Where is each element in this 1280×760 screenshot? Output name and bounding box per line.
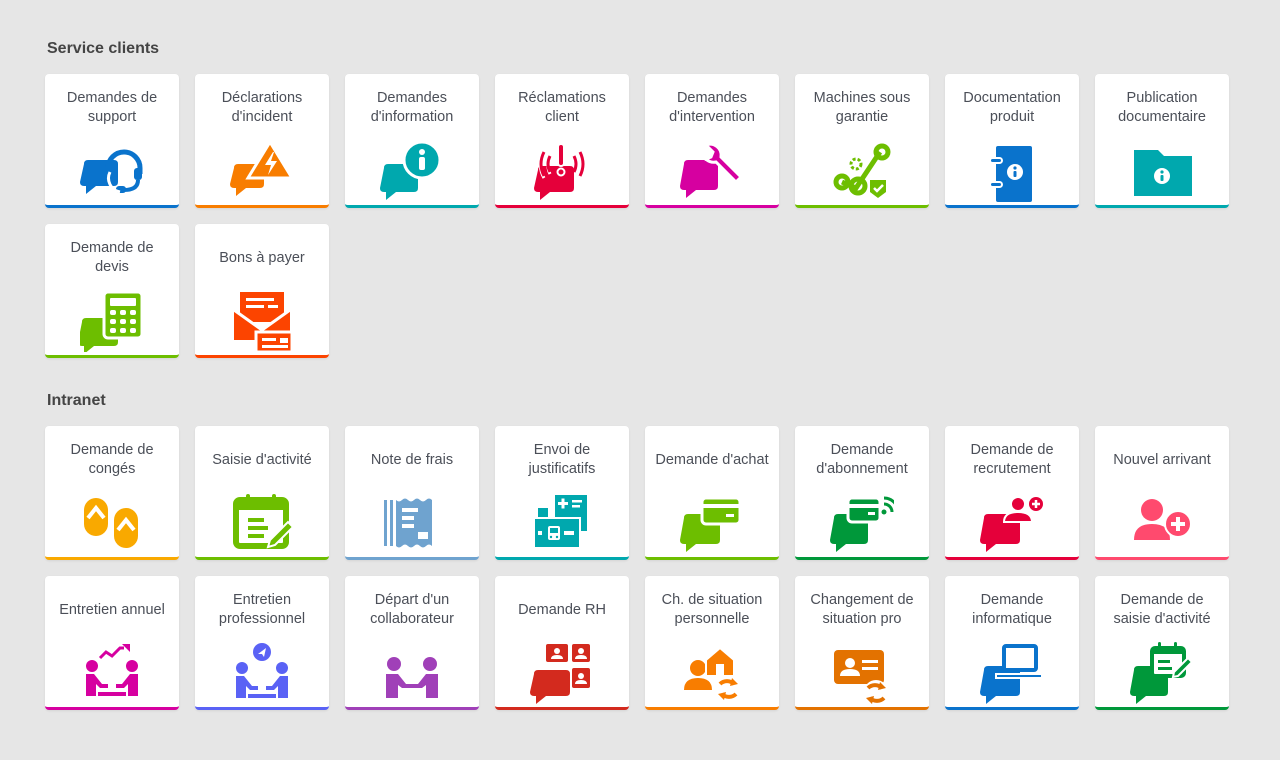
tile-label: Demande de devis <box>70 240 154 275</box>
tile-info-chat[interactable]: Demandes d'information <box>345 74 479 208</box>
tile-label: Envoi de justificatifs <box>528 442 596 477</box>
flip-flops-icon <box>80 490 144 554</box>
calculator-chat-icon <box>80 288 144 352</box>
tile-flip-flops[interactable]: Demande de congés <box>45 426 179 560</box>
tile-receipt[interactable]: Note de frais <box>345 426 479 560</box>
tile-incident-chat[interactable]: Déclarations d'incident <box>195 74 329 208</box>
tile-envelope-payment[interactable]: Bons à payer <box>195 224 329 358</box>
tile-hr-puzzle[interactable]: Demande RH <box>495 576 629 710</box>
subscription-chat-icon <box>830 490 894 554</box>
tile-label: Réclamations client <box>518 90 606 125</box>
tile-label: Entretien annuel <box>59 601 165 618</box>
info-folder-icon <box>1130 138 1194 202</box>
pro-change-icon <box>830 640 894 704</box>
tile-personal-change[interactable]: Ch. de situation personnelle <box>645 576 779 710</box>
tile-headset-chat[interactable]: Demandes de support <box>45 74 179 208</box>
tile-info-notebook[interactable]: Documentation produit <box>945 74 1079 208</box>
tile-label: Machines sous garantie <box>813 90 911 125</box>
tile-laptop-chat[interactable]: Demande informatique <box>945 576 1079 710</box>
tile-label: Note de frais <box>370 451 454 468</box>
laptop-chat-icon <box>980 640 1044 704</box>
tile-label: Demandes de support <box>66 90 158 125</box>
tile-wrench-chat[interactable]: Demandes d'intervention <box>645 74 779 208</box>
tile-label: Demande de saisie d'activité <box>1113 592 1211 627</box>
recruit-chat-icon <box>980 490 1044 554</box>
section-service-clients: Service clients Demandes de support Décl… <box>45 38 1235 358</box>
pro-meeting-icon <box>230 640 294 704</box>
tile-calculator-chat[interactable]: Demande de devis <box>45 224 179 358</box>
hr-puzzle-icon <box>530 640 594 704</box>
headset-chat-icon <box>80 138 144 202</box>
tile-label: Demande de recrutement <box>970 442 1054 477</box>
calendar-chat-icon <box>1130 640 1194 704</box>
tile-label: Demande RH <box>518 601 606 618</box>
tile-handshake[interactable]: Départ d'un collaborateur <box>345 576 479 710</box>
tile-label: Demande d'achat <box>655 451 769 468</box>
user-add-icon <box>1130 490 1194 554</box>
incident-chat-icon <box>230 138 294 202</box>
tile-label: Nouvel arrivant <box>1113 451 1211 468</box>
tile-label: Saisie d'activité <box>212 451 312 468</box>
tile-grid: Demandes de support Déclarations d'incid… <box>45 74 1235 358</box>
tile-annual-meeting[interactable]: Entretien annuel <box>45 576 179 710</box>
tile-label: Ch. de situation personnelle <box>661 592 763 627</box>
tile-pro-change[interactable]: Changement de situation pro <box>795 576 929 710</box>
card-chat-icon <box>680 490 744 554</box>
tile-label: Demande de congés <box>70 442 154 477</box>
info-notebook-icon <box>980 138 1044 202</box>
tile-user-add[interactable]: Nouvel arrivant <box>1095 426 1229 560</box>
tile-warranty-machine[interactable]: Machines sous garantie <box>795 74 929 208</box>
tile-calendar-edit[interactable]: Saisie d'activité <box>195 426 329 560</box>
tile-label: Demande informatique <box>972 592 1052 627</box>
tile-label: Bons à payer <box>219 249 305 266</box>
warranty-machine-icon <box>830 138 894 202</box>
envelope-payment-icon <box>230 288 294 352</box>
section-intranet: Intranet Demande de congés Saisie d'acti… <box>45 390 1235 710</box>
section-title: Service clients <box>47 40 160 57</box>
personal-change-icon <box>680 640 744 704</box>
info-chat-icon <box>380 138 444 202</box>
justificatifs-icon <box>530 490 594 554</box>
tile-alert-chat[interactable]: Réclamations client <box>495 74 629 208</box>
tile-info-folder[interactable]: Publication documentaire <box>1095 74 1229 208</box>
tile-label: Départ d'un collaborateur <box>370 592 454 627</box>
receipt-icon <box>380 490 444 554</box>
tile-justificatifs[interactable]: Envoi de justificatifs <box>495 426 629 560</box>
tile-grid: Demande de congés Saisie d'activité Note… <box>45 426 1235 710</box>
tile-label: Demandes d'intervention <box>669 90 755 125</box>
tile-calendar-chat[interactable]: Demande de saisie d'activité <box>1095 576 1229 710</box>
tile-label: Documentation produit <box>963 90 1061 125</box>
calendar-edit-icon <box>230 490 294 554</box>
tile-label: Demandes d'information <box>370 90 454 125</box>
tile-label: Demande d'abonnement <box>816 442 908 477</box>
tile-recruit-chat[interactable]: Demande de recrutement <box>945 426 1079 560</box>
handshake-icon <box>380 640 444 704</box>
tile-label: Changement de situation pro <box>810 592 914 627</box>
tile-label: Publication documentaire <box>1118 90 1206 125</box>
annual-meeting-icon <box>80 640 144 704</box>
tile-card-chat[interactable]: Demande d'achat <box>645 426 779 560</box>
wrench-chat-icon <box>680 138 744 202</box>
tile-label: Entretien professionnel <box>218 592 306 627</box>
section-title: Intranet <box>47 392 106 409</box>
alert-chat-icon <box>530 138 594 202</box>
tile-pro-meeting[interactable]: Entretien professionnel <box>195 576 329 710</box>
tile-label: Déclarations d'incident <box>221 90 303 125</box>
tile-subscription-chat[interactable]: Demande d'abonnement <box>795 426 929 560</box>
